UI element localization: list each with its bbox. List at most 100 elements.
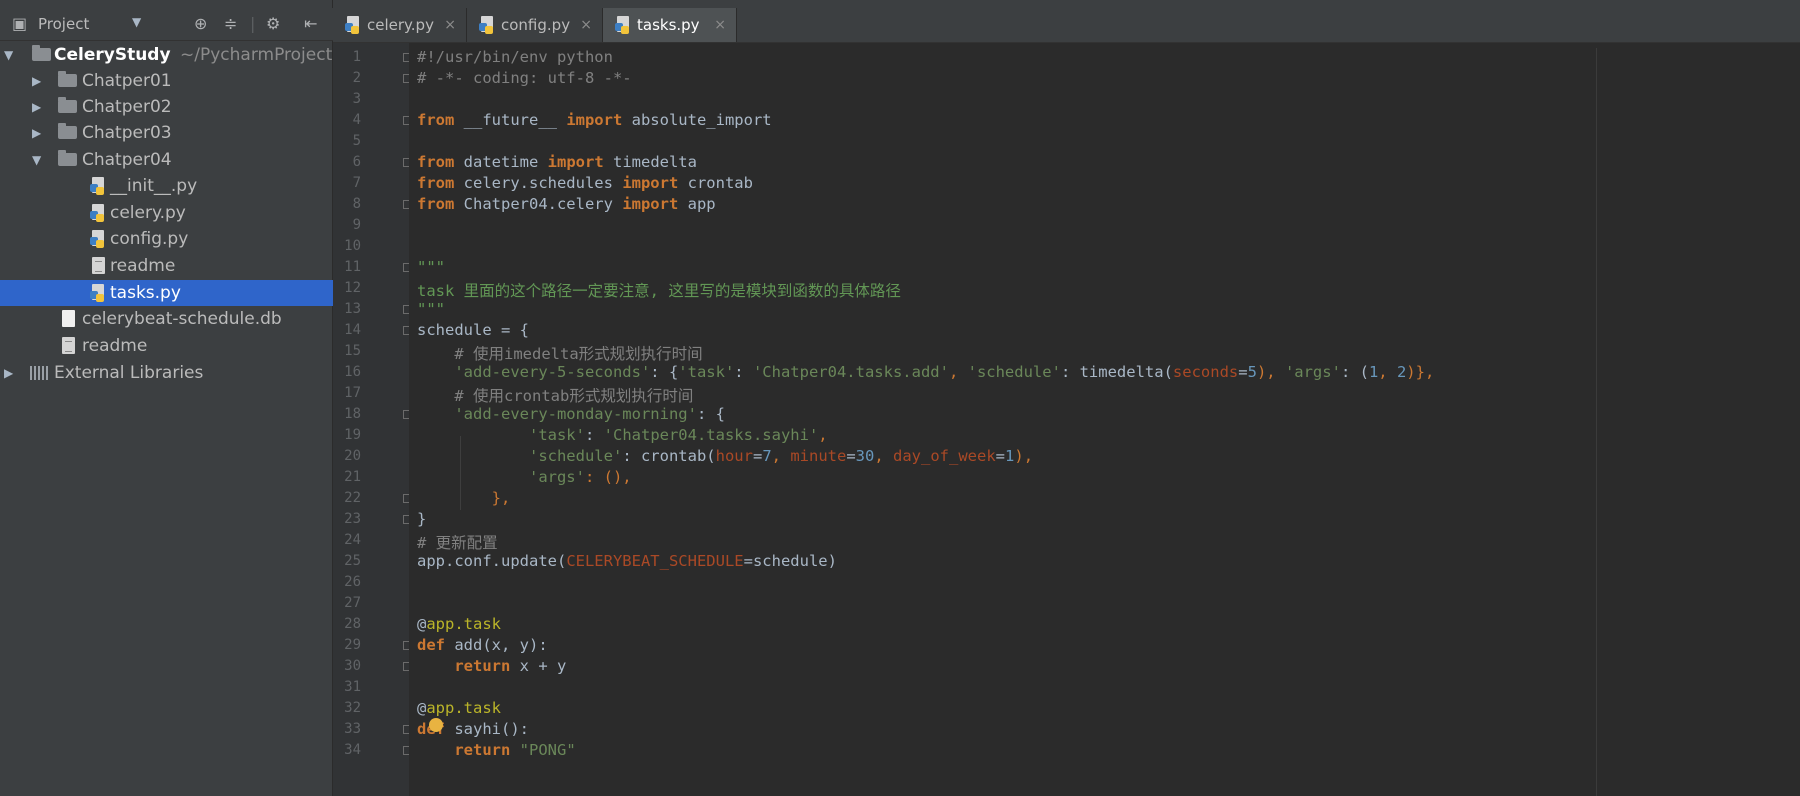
tree-item-readme-root[interactable]: readme [0, 333, 333, 359]
expanded-arrow-icon[interactable]: ▼ [4, 42, 13, 68]
code-line-12[interactable]: task 里面的这个路径一定要注意, 这里写的是模块到函数的具体路径 [417, 279, 901, 301]
collapse-all-icon[interactable]: ≑ [224, 14, 237, 33]
code-line-8[interactable]: from Chatper04.celery import app [417, 195, 716, 213]
project-sidebar: ▣ Project ▼ ⊕ ≑ | ⚙ ⇤ ▼ CeleryStudy ~/Py… [0, 0, 333, 796]
code-token: , [818, 426, 828, 444]
code-token: 'Chatper04.tasks.add' [752, 363, 949, 381]
code-line-29[interactable]: def add(x, y): [417, 636, 548, 654]
code-line-22[interactable]: }, [417, 489, 511, 507]
code-line-18[interactable]: 'add-every-monday-morning': { [417, 405, 725, 423]
code-token: , [1378, 363, 1397, 381]
project-view-icon[interactable]: ▣ [12, 14, 27, 33]
code-line-2[interactable]: # -*- coding: utf-8 -*- [417, 69, 632, 87]
tab-tasks-py[interactable]: tasks.py × [603, 8, 737, 42]
code-line-30[interactable]: return x + y [417, 657, 566, 675]
expanded-arrow-icon[interactable]: ▼ [32, 147, 41, 173]
code-token: app [678, 195, 716, 213]
code-line-34[interactable]: return "PONG" [417, 741, 575, 759]
line-number: 30 [344, 658, 361, 674]
line-number: 14 [344, 322, 361, 338]
tree-item-tasks-py[interactable]: tasks.py [0, 280, 333, 306]
code-line-25[interactable]: app.conf.update(CELERYBEAT_SCHEDULE=sche… [417, 552, 837, 570]
tree-item-init-py[interactable]: __init__.py [0, 173, 333, 199]
text-file-icon [92, 257, 105, 274]
line-number: 6 [352, 154, 361, 170]
tree-item-chatper04[interactable]: ▼ Chatper04 [0, 147, 333, 173]
code-line-13[interactable]: """ [417, 300, 445, 318]
code-token: # 使用imedelta形式规划执行时间 [417, 345, 703, 363]
tree-item-chatper01[interactable]: ▶ Chatper01 [0, 68, 333, 94]
collapsed-arrow-icon[interactable]: ▶ [4, 360, 13, 386]
code-token: # 更新配置 [417, 534, 498, 552]
code-token: : crontab( [622, 447, 716, 465]
gear-icon[interactable]: ⚙ [266, 14, 280, 33]
code-line-7[interactable]: from celery.schedules import crontab [417, 174, 753, 192]
code-token: = [752, 447, 763, 465]
code-token: app.task [426, 699, 501, 717]
code-line-24[interactable]: # 更新配置 [417, 531, 498, 553]
code-token: 'task' [417, 426, 585, 444]
tree-item-chatper02[interactable]: ▶ Chatper02 [0, 94, 333, 120]
line-number: 21 [344, 469, 361, 485]
project-tool-header: ▣ Project ▼ ⊕ ≑ | ⚙ ⇤ [0, 8, 333, 41]
code-editor[interactable]: #!/usr/bin/env python # -*- coding: utf-… [409, 43, 1800, 796]
tab-config-py[interactable]: config.py × [467, 8, 603, 42]
close-icon[interactable]: × [580, 8, 592, 42]
tree-item-label: tasks.py [110, 283, 181, 303]
code-line-15[interactable]: # 使用imedelta形式规划执行时间 [417, 342, 703, 364]
code-line-23[interactable]: } [417, 510, 426, 528]
code-line-19[interactable]: 'task': 'Chatper04.tasks.sayhi', [417, 426, 828, 444]
code-line-32[interactable]: @app.task [417, 699, 501, 717]
close-icon[interactable]: × [444, 8, 456, 42]
code-token: : { [696, 405, 725, 423]
tree-item-readme[interactable]: readme [0, 253, 333, 279]
tree-item-chatper03[interactable]: ▶ Chatper03 [0, 120, 333, 146]
code-token: # 使用crontab形式规划执行时间 [417, 387, 694, 405]
code-line-14[interactable]: schedule = { [417, 321, 529, 339]
line-number: 26 [344, 574, 361, 590]
code-token: : (), [584, 468, 632, 486]
code-token: 'Chatper04.tasks.sayhi' [603, 426, 819, 444]
tree-item-external-libraries[interactable]: ▶ External Libraries [0, 360, 333, 386]
chevron-down-icon[interactable]: ▼ [132, 15, 141, 29]
code-token: Chatper04.celery [454, 195, 623, 213]
collapsed-arrow-icon[interactable]: ▶ [32, 94, 41, 120]
code-line-6[interactable]: from datetime import timedelta [417, 153, 697, 171]
code-line-11[interactable]: """ [417, 258, 445, 276]
line-number: 25 [344, 553, 361, 569]
code-token: } [417, 510, 427, 528]
code-line-28[interactable]: @app.task [417, 615, 501, 633]
code-line-20[interactable]: 'schedule': crontab(hour=7, minute=30, d… [417, 447, 1033, 465]
lightbulb-icon[interactable] [429, 718, 443, 732]
tab-label: tasks.py [637, 16, 700, 34]
line-number: 9 [352, 217, 361, 233]
line-number: 8 [352, 196, 361, 212]
code-line-16[interactable]: 'add-every-5-seconds': {'task': 'Chatper… [417, 363, 1434, 381]
code-token: celery.schedules [454, 174, 623, 192]
line-number: 16 [344, 364, 361, 380]
code-token: from [417, 174, 455, 192]
code-token: from [417, 195, 455, 213]
tree-item-celerybeat-schedule-db[interactable]: celerybeat-schedule.db [0, 306, 333, 332]
code-line-1[interactable]: #!/usr/bin/env python [417, 48, 613, 66]
tree-item-celery-py[interactable]: celery.py [0, 200, 333, 226]
code-line-17[interactable]: # 使用crontab形式规划执行时间 [417, 384, 693, 406]
line-number: 32 [344, 700, 361, 716]
code-line-21[interactable]: 'args': (), [417, 468, 632, 486]
project-view-label[interactable]: Project [38, 15, 89, 33]
code-token: """ [417, 300, 445, 318]
collapsed-arrow-icon[interactable]: ▶ [32, 120, 41, 146]
tree-item-label: CeleryStudy [54, 45, 171, 65]
tree-item-path: ~/PycharmProject [180, 45, 333, 65]
tab-celery-py[interactable]: celery.py × [333, 8, 467, 42]
code-line-4[interactable]: from __future__ import absolute_import [417, 111, 772, 129]
hide-panel-icon[interactable]: ⇤ [304, 14, 317, 33]
editor-tab-bar: celery.py × config.py × tasks.py × [333, 8, 1800, 43]
tree-item-config-py[interactable]: config.py [0, 226, 333, 252]
tree-item-celerystudy[interactable]: ▼ CeleryStudy ~/PycharmProject [0, 42, 333, 68]
locate-icon[interactable]: ⊕ [194, 14, 207, 33]
collapsed-arrow-icon[interactable]: ▶ [32, 68, 41, 94]
close-icon[interactable]: × [714, 8, 726, 42]
code-token: : ( [1340, 363, 1369, 381]
tree-item-label: readme [82, 336, 148, 356]
